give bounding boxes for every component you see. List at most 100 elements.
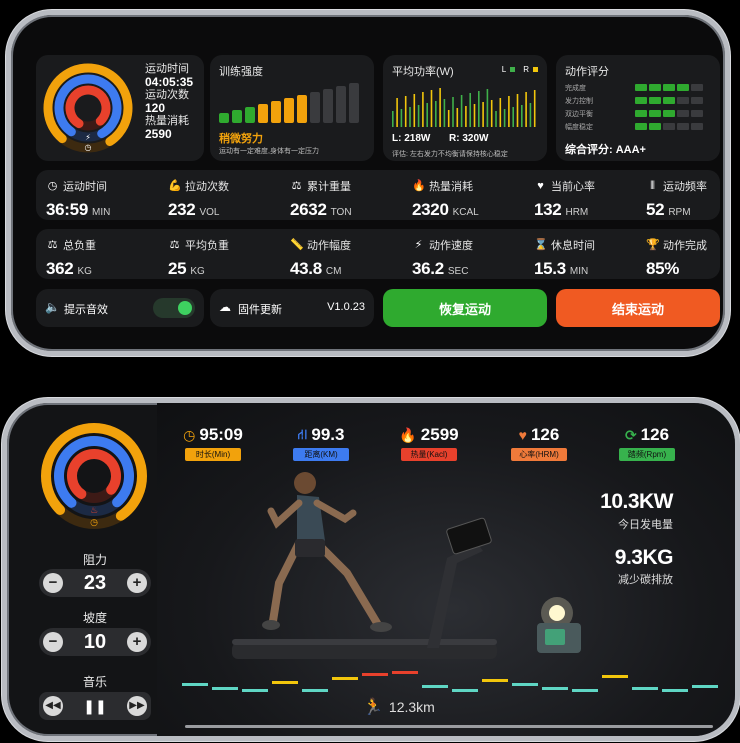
equalizer-bar — [272, 681, 298, 684]
equalizer-bar — [392, 671, 418, 674]
top-stat-2: 🔥 2599 热量(Kacl) — [391, 425, 467, 461]
stat-label: 动作完成 — [663, 240, 707, 252]
power-bar — [529, 103, 532, 127]
top-stat-tag: 时长(Min) — [185, 448, 241, 461]
slope-label: 坡度 — [82, 611, 107, 625]
stat-stats_row2-2: 📏 动作幅度 43.8 CM — [290, 237, 351, 279]
intensity-level: 稍微努力 — [219, 133, 263, 145]
rating-cell — [635, 84, 647, 91]
stats-row-1: ◷ 运动时间 36:59 MIN 💪 拉动次数 232 VOL ⚖ 累计重量 2632 TON 🔥… — [36, 170, 720, 220]
resistance-stepper: − 23 + — [39, 569, 151, 597]
rating-label: 发力控制 — [565, 97, 593, 105]
road-icon: ⛙ — [297, 425, 308, 442]
power-bar — [482, 102, 484, 127]
power-right-value: R: 320W — [449, 133, 489, 144]
stat-stats_row1-3: 🔥 热量消耗 2320 KCAL — [412, 178, 479, 220]
equalizer-bars — [182, 671, 718, 692]
resistance-increase-button[interactable]: + — [127, 573, 147, 593]
intensity-bar — [323, 89, 333, 123]
stat-label: 总负重 — [63, 240, 96, 252]
rating-cell — [677, 84, 689, 91]
stat-label: 运动频率 — [663, 181, 707, 193]
flame-icon: 🔥 — [399, 426, 417, 443]
equalizer-bar — [332, 677, 358, 680]
power-bar-chart — [392, 88, 536, 127]
slope-increase-button[interactable]: + — [127, 632, 147, 652]
rating-cell — [663, 97, 675, 104]
power-bar — [512, 107, 514, 127]
fast-forward-icon[interactable]: ▶▶ — [127, 696, 147, 716]
sound-label: 提示音效 — [64, 304, 108, 316]
power-note: 评估: 左右发力不均衡请保持核心稳定 — [392, 151, 508, 158]
ruler-icon: 📏 — [290, 238, 304, 251]
stat-unit: MIN — [91, 207, 111, 218]
power-bar — [525, 92, 527, 127]
equalizer-bar — [542, 687, 568, 690]
equalizer-bar — [212, 687, 238, 690]
rating-cell — [649, 84, 661, 91]
resume-button[interactable]: 恢复运动 — [383, 289, 547, 327]
power-bar — [516, 94, 519, 127]
stat-unit: KG — [77, 266, 92, 277]
rating-row: 发力控制 — [565, 94, 715, 107]
sound-toggle[interactable] — [153, 298, 195, 318]
stat-label: 运动时间 — [63, 181, 107, 193]
power-bar — [533, 90, 536, 127]
legend-right-swatch — [533, 67, 538, 72]
resistance-decrease-button[interactable]: − — [43, 573, 63, 593]
heart-icon: ♥ — [518, 427, 527, 443]
distance-value: 12.3km — [388, 699, 435, 715]
stat-unit: MIN — [569, 266, 589, 277]
stat-value: 36.2 — [412, 259, 444, 278]
stat-value: 52 — [646, 200, 665, 219]
power-bar — [521, 105, 523, 127]
power-bar — [486, 89, 489, 127]
top-stat-tag: 心率(HRM) — [511, 448, 567, 461]
intensity-bar — [310, 92, 320, 123]
power-left-value: L: 218W — [392, 133, 431, 144]
power-bar — [396, 98, 398, 127]
firmware-card[interactable]: ☁ 固件更新 V1.0.23 — [210, 289, 374, 327]
legend-left-swatch — [510, 67, 516, 72]
top-stat-value: 99.3 — [311, 425, 345, 444]
hourglass-icon: ⌛ — [534, 238, 548, 251]
stat-label: 动作幅度 — [307, 240, 351, 252]
power-bar — [503, 109, 506, 127]
power-bar — [490, 100, 493, 127]
power-bar — [439, 88, 441, 127]
power-bar — [392, 111, 394, 127]
legend-left-label: L — [501, 65, 507, 74]
top-stat-value: 95:09 — [199, 425, 243, 444]
svg-text:♨: ♨ — [90, 505, 98, 515]
equalizer-bar — [182, 683, 208, 686]
bolt-icon: ⚡ — [414, 238, 423, 251]
stat-stats_row1-1: 💪 拉动次数 232 VOL — [168, 178, 229, 220]
stat-label: 动作速度 — [429, 240, 473, 252]
rating-cell — [691, 110, 703, 117]
rating-cell — [663, 84, 675, 91]
power-bar — [478, 91, 480, 127]
pause-icon[interactable]: ❚❚ — [83, 698, 106, 715]
equalizer-bar — [572, 689, 598, 692]
power-bar — [443, 99, 446, 127]
rewind-icon[interactable]: ◀◀ — [43, 696, 63, 716]
stat-value: 232 — [168, 200, 196, 219]
stat-stats_row2-1: ⚖ 平均负重 25 KG — [168, 237, 229, 279]
end-button[interactable]: 结束运动 — [556, 289, 720, 327]
slope-decrease-button[interactable]: − — [43, 632, 63, 652]
rating-label: 双边平衡 — [565, 110, 593, 118]
clock-icon: ◷ — [47, 179, 58, 192]
top-stat-tag: 踏频(Rpm) — [619, 448, 675, 461]
stat-stats_row1-0: ◷ 运动时间 36:59 MIN — [46, 178, 110, 220]
stat-stats_row1-5: ⦀ 运动频率 52 RPM — [646, 178, 707, 220]
energy-label: 今日发电量 — [618, 519, 673, 531]
stat-label: 休息时间 — [551, 240, 595, 252]
top-stat-tag: 热量(Kacl) — [401, 448, 457, 461]
stat-value: 132 — [534, 200, 562, 219]
top-stat-tag: 距离(KM) — [293, 448, 349, 461]
intensity-bar — [271, 101, 281, 123]
power-bar — [499, 98, 502, 127]
top-stat-value: 126 — [530, 425, 560, 444]
intensity-bar — [297, 95, 307, 123]
stat-unit: KCAL — [452, 207, 479, 218]
